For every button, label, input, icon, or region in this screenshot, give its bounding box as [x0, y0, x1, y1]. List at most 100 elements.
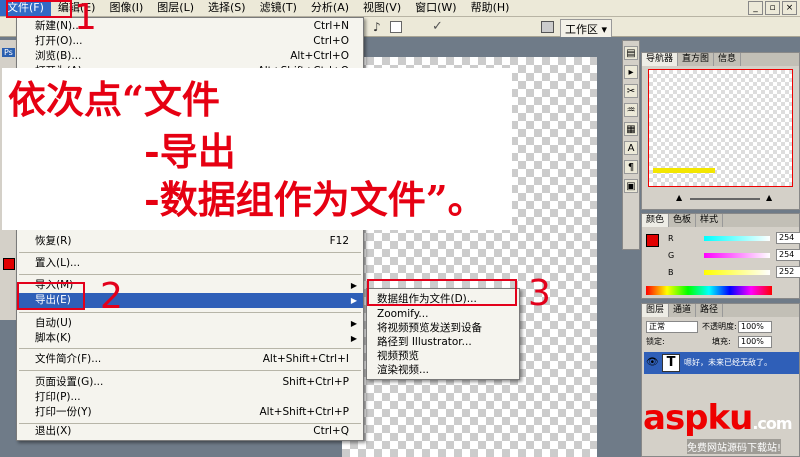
instruction-line-3: -数据组作为文件”。	[144, 177, 486, 222]
menu-item-print[interactable]: 打印(P)...	[17, 390, 363, 405]
menu-item-shortcut: Ctrl+Q	[313, 425, 349, 437]
zoom-slider[interactable]: ▲ ▲	[650, 193, 793, 205]
menu-view[interactable]: 视图(V)	[356, 0, 408, 16]
swatch-icon[interactable]	[390, 21, 402, 33]
tab-histogram[interactable]: 直方图	[678, 53, 715, 66]
tab-styles[interactable]: 样式	[696, 214, 724, 227]
zoom-out-icon[interactable]: ▲	[676, 193, 682, 202]
menu-item-label: 置入(L)...	[35, 257, 81, 269]
menu-item-print-one[interactable]: 打印一份(Y) Alt+Shift+Ctrl+P	[17, 405, 363, 420]
navigator-tabs: 导航器 直方图 信息	[642, 53, 799, 66]
red-slider[interactable]	[704, 236, 770, 241]
tab-layers[interactable]: 图层	[642, 304, 670, 317]
submenu-arrow-icon: ▶	[350, 296, 357, 305]
tab-navigator[interactable]: 导航器	[642, 53, 679, 66]
watermark: aspku.com 免费网站源码下载站!	[643, 398, 800, 457]
tab-paths[interactable]: 路径	[696, 304, 724, 317]
clone-source-icon[interactable]: ▣	[624, 179, 638, 193]
menu-item-automate[interactable]: 自动(U) ▶	[17, 316, 363, 331]
watermark-tagline: 免费网站源码下载站!	[687, 439, 782, 454]
color-spectrum[interactable]	[646, 286, 772, 295]
menu-item-shortcut: Ctrl+N	[313, 20, 349, 32]
menu-select[interactable]: 选择(S)	[201, 0, 253, 16]
menu-item-label: 恢复(R)	[35, 235, 72, 247]
zoom-in-icon[interactable]: ▲	[766, 193, 772, 202]
panel-icon-strip: ▤ ▸ ✂ ♒ ▦ A ¶ ▣	[622, 40, 640, 250]
menu-separator	[19, 370, 361, 371]
submenu-item-send-preview[interactable]: 将视频预览发送到设备	[367, 321, 519, 335]
red-value-input[interactable]: 254	[776, 232, 800, 244]
character-icon[interactable]: A	[624, 141, 638, 155]
panel-toggle-icon[interactable]	[541, 21, 554, 33]
menu-item-label: 文件简介(F)...	[35, 353, 102, 365]
menu-filter[interactable]: 滤镜(T)	[253, 0, 304, 16]
menu-item-exit[interactable]: 退出(X) Ctrl+Q	[17, 424, 363, 439]
eye-icon[interactable]: 👁	[646, 357, 659, 368]
green-value-input[interactable]: 254	[776, 249, 800, 261]
menu-item-label: 脚本(K)	[35, 332, 72, 344]
color-panel: 颜色 色板 样式 R 254 G 254 B 252	[641, 213, 800, 299]
workspace-button[interactable]: 工作区 ▾	[560, 19, 613, 39]
menu-item-shortcut: Shift+Ctrl+P	[282, 376, 349, 388]
submenu-item-zoomify[interactable]: Zoomify...	[367, 307, 519, 321]
submenu-item-paths-illustrator[interactable]: 路径到 Illustrator...	[367, 335, 519, 349]
blue-channel-row: B 252	[668, 266, 800, 279]
menu-separator	[19, 348, 361, 349]
blend-mode-select[interactable]: 正常	[646, 321, 698, 333]
commit-icon[interactable]: ✓	[432, 19, 443, 34]
red-label: R	[668, 234, 674, 243]
menu-item-place[interactable]: 置入(L)...	[17, 256, 363, 271]
menu-item-page-setup[interactable]: 页面设置(G)... Shift+Ctrl+P	[17, 375, 363, 390]
menu-item-open[interactable]: 打开(O)... Ctrl+O	[17, 34, 363, 49]
menu-item-shortcut: F12	[329, 235, 349, 247]
paragraph-icon[interactable]: ¶	[624, 160, 638, 174]
brushes-icon[interactable]: ♒	[624, 103, 638, 117]
tab-color[interactable]: 颜色	[642, 214, 670, 227]
tab-swatches[interactable]: 色板	[669, 214, 697, 227]
layer-comps-icon[interactable]: ▦	[624, 122, 638, 136]
menu-image[interactable]: 图像(I)	[102, 0, 150, 16]
blue-value-input[interactable]: 252	[776, 266, 800, 278]
annotation-number-3: 3	[528, 273, 551, 314]
zoom-track[interactable]	[690, 198, 760, 200]
color-foreground-swatch[interactable]	[646, 234, 659, 247]
close-icon[interactable]: ×	[782, 1, 797, 15]
restore-icon[interactable]: ▫	[765, 1, 780, 15]
blue-slider[interactable]	[704, 270, 770, 275]
menu-item-label: 页面设置(G)...	[35, 376, 104, 388]
layer-row[interactable]: 👁 T 嗯好，未来已经无敌了。	[644, 352, 799, 374]
tool-icon[interactable]: ♪	[373, 20, 381, 34]
blue-label: B	[668, 268, 674, 277]
menu-help[interactable]: 帮助(H)	[464, 0, 517, 16]
menu-item-browse[interactable]: 浏览(B)... Alt+Ctrl+O	[17, 49, 363, 64]
opacity-input[interactable]: 100%	[738, 321, 772, 333]
tool-presets-icon[interactable]: ✂	[624, 84, 638, 98]
navigator-thumbnail[interactable]	[648, 69, 793, 187]
menu-item-file-info[interactable]: 文件简介(F)... Alt+Shift+Ctrl+I	[17, 352, 363, 367]
foreground-color-swatch[interactable]	[3, 258, 15, 270]
menu-layer[interactable]: 图层(L)	[150, 0, 201, 16]
green-slider[interactable]	[704, 253, 770, 258]
tab-info[interactable]: 信息	[714, 53, 742, 66]
opacity-label: 不透明度:	[702, 322, 737, 331]
menu-item-scripts[interactable]: 脚本(K) ▶	[17, 331, 363, 346]
fill-input[interactable]: 100%	[738, 336, 772, 348]
menu-item-revert[interactable]: 恢复(R) F12	[17, 234, 363, 249]
menu-item-new[interactable]: 新建(N)... Ctrl+N	[17, 19, 363, 34]
submenu-item-video-preview[interactable]: 视频预览	[367, 349, 519, 363]
menu-item-label: 自动(U)	[35, 317, 72, 329]
lock-label: 锁定:	[646, 337, 665, 346]
history-icon[interactable]: ▤	[624, 46, 638, 60]
menu-analysis[interactable]: 分析(A)	[304, 0, 356, 16]
text-layer-icon: T	[662, 354, 680, 372]
navigator-panel: 导航器 直方图 信息 ▲ ▲	[641, 52, 800, 210]
menu-window[interactable]: 窗口(W)	[408, 0, 463, 16]
submenu-arrow-icon: ▶	[350, 281, 357, 290]
annotation-number-2: 2	[100, 276, 123, 317]
submenu-item-render-video[interactable]: 渲染视频...	[367, 363, 519, 377]
window-controls: _ ▫ ×	[748, 1, 797, 15]
tab-channels[interactable]: 通道	[669, 304, 697, 317]
minimize-icon[interactable]: _	[748, 1, 763, 15]
actions-icon[interactable]: ▸	[624, 65, 638, 79]
red-channel-row: R 254	[668, 232, 800, 245]
